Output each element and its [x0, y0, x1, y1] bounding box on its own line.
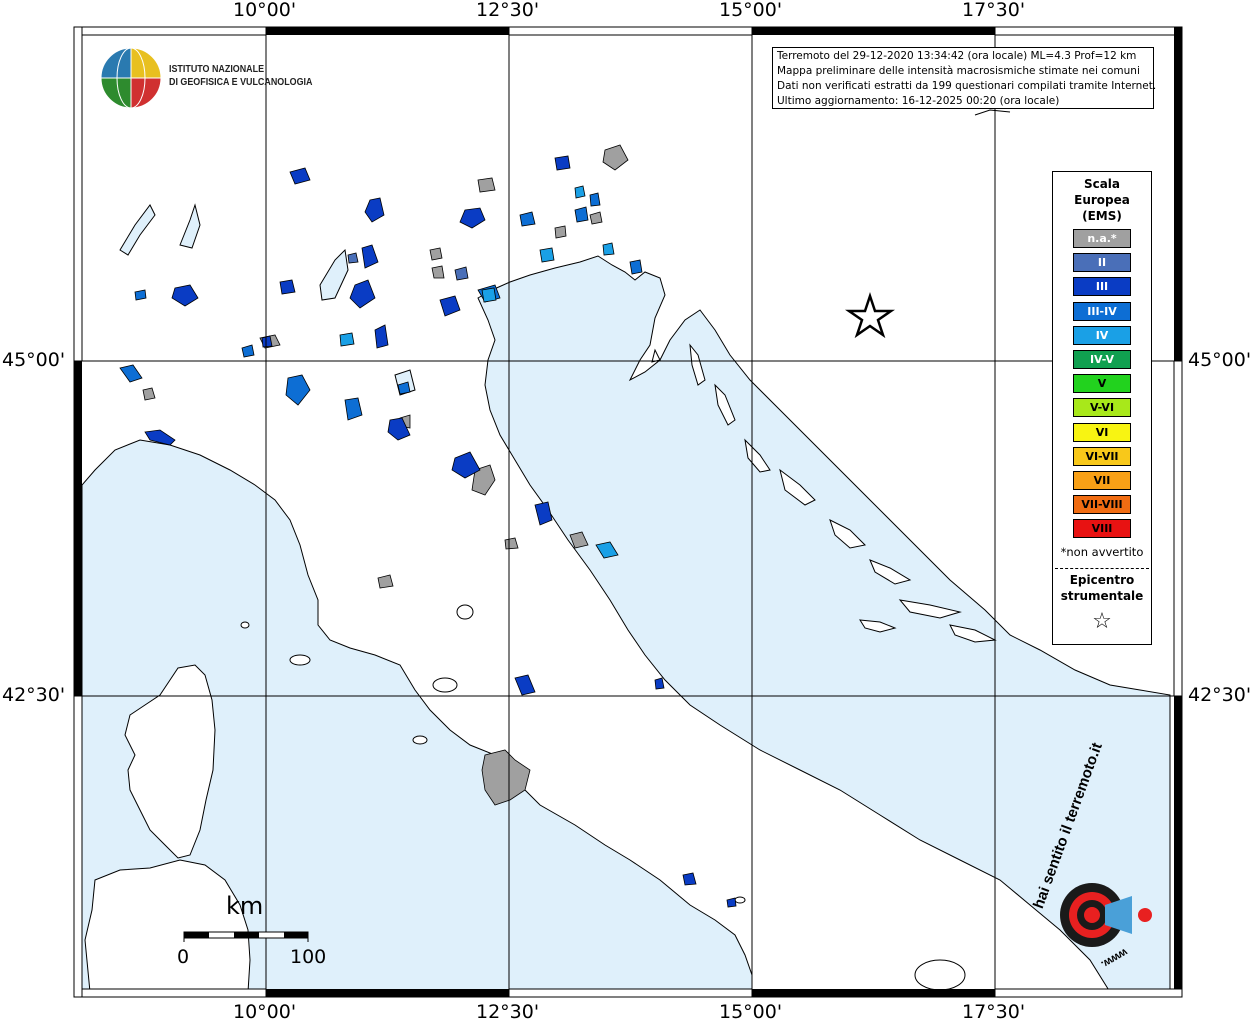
lon-label-bottom-12-30: 12°30': [476, 1001, 540, 1023]
scale-start-label: 0: [177, 946, 190, 968]
ingv-org-line2: DI GEOFISICA E VULCANOLOGIA: [169, 76, 313, 88]
ems-legend: Scala Europea (EMS) n.a.* II III III-IV IV IV…: [1052, 171, 1152, 645]
legend-item-vii: VII: [1073, 471, 1131, 490]
lat-label-right-42-30: 42°30': [1188, 684, 1252, 706]
lon-label-top-17-30: 17°30': [962, 0, 1026, 21]
info-line-map-desc: Mappa preliminare delle intensità macros…: [777, 65, 1140, 77]
legend-item-vi-vii: VI-VII: [1073, 446, 1131, 466]
legend-epicenter-line1: Epicentro: [1069, 573, 1135, 587]
lon-label-top-10: 10°00': [233, 0, 297, 21]
legend-epicenter-label: Epicentro strumentale: [1053, 572, 1151, 604]
info-line-updated: Ultimo aggiornamento: 16-12-2025 00:20 (…: [777, 95, 1060, 107]
earthquake-info-box: Terremoto del 29-12-2020 13:34:42 (ora l…: [772, 47, 1157, 109]
ingv-org-line1: ISTITUTO NAZIONALE: [169, 63, 265, 75]
sardinia-island: [84, 859, 251, 993]
scale-unit-label: km: [226, 892, 264, 920]
legend-item-viii: VIII: [1073, 519, 1131, 539]
legend-item-vi: VI: [1073, 422, 1131, 442]
lon-label-top-12-30: 12°30': [476, 0, 540, 21]
legend-epicenter-star-icon: ☆: [1092, 609, 1112, 634]
lon-label-bottom-10: 10°00': [233, 1001, 297, 1023]
lon-label-top-15: 15°00': [719, 0, 783, 21]
scale-end-label: 100: [290, 946, 327, 968]
lon-label-bottom-17-30: 17°30': [962, 1001, 1026, 1023]
lat-label-left-42-30: 42°30': [2, 684, 66, 706]
legend-item-iii: III: [1073, 277, 1131, 297]
lat-label-left-45: 45°00': [2, 349, 66, 371]
legend-epicenter-line2: strumentale: [1060, 589, 1144, 603]
lon-label-bottom-15: 15°00': [719, 1001, 783, 1023]
legend-item-iii-iv: III-IV: [1073, 301, 1131, 321]
legend-item-vii-viii: VII-VIII: [1073, 495, 1131, 515]
ingv-org-name: ISTITUTO NAZIONALE DI GEOFISICA E VULCAN…: [169, 63, 312, 89]
ingv-logo-globe: [100, 47, 162, 109]
legend-title: Scala Europea (EMS): [1053, 176, 1151, 224]
legend-note: *non avvertito: [1060, 545, 1144, 559]
legend-item-iv: IV: [1073, 325, 1131, 345]
info-line-event: Terremoto del 29-12-2020 13:34:42 (ora l…: [777, 50, 1137, 62]
legend-item-v: V: [1073, 374, 1131, 394]
info-line-data-source: Dati non verificati estratti da 199 ques…: [777, 80, 1157, 92]
legend-title-line3: (EMS): [1082, 209, 1122, 223]
lat-label-right-45: 45°00': [1188, 349, 1252, 371]
legend-item-ii: II: [1073, 253, 1131, 273]
legend-item-n-a: n.a.*: [1073, 229, 1131, 248]
legend-title-line1: Scala: [1083, 177, 1121, 191]
legend-item-iv-v: IV-V: [1073, 350, 1131, 369]
legend-title-line2: Europea: [1074, 193, 1130, 207]
legend-item-v-vi: V-VI: [1073, 398, 1131, 418]
legend-separator: [1055, 568, 1149, 569]
